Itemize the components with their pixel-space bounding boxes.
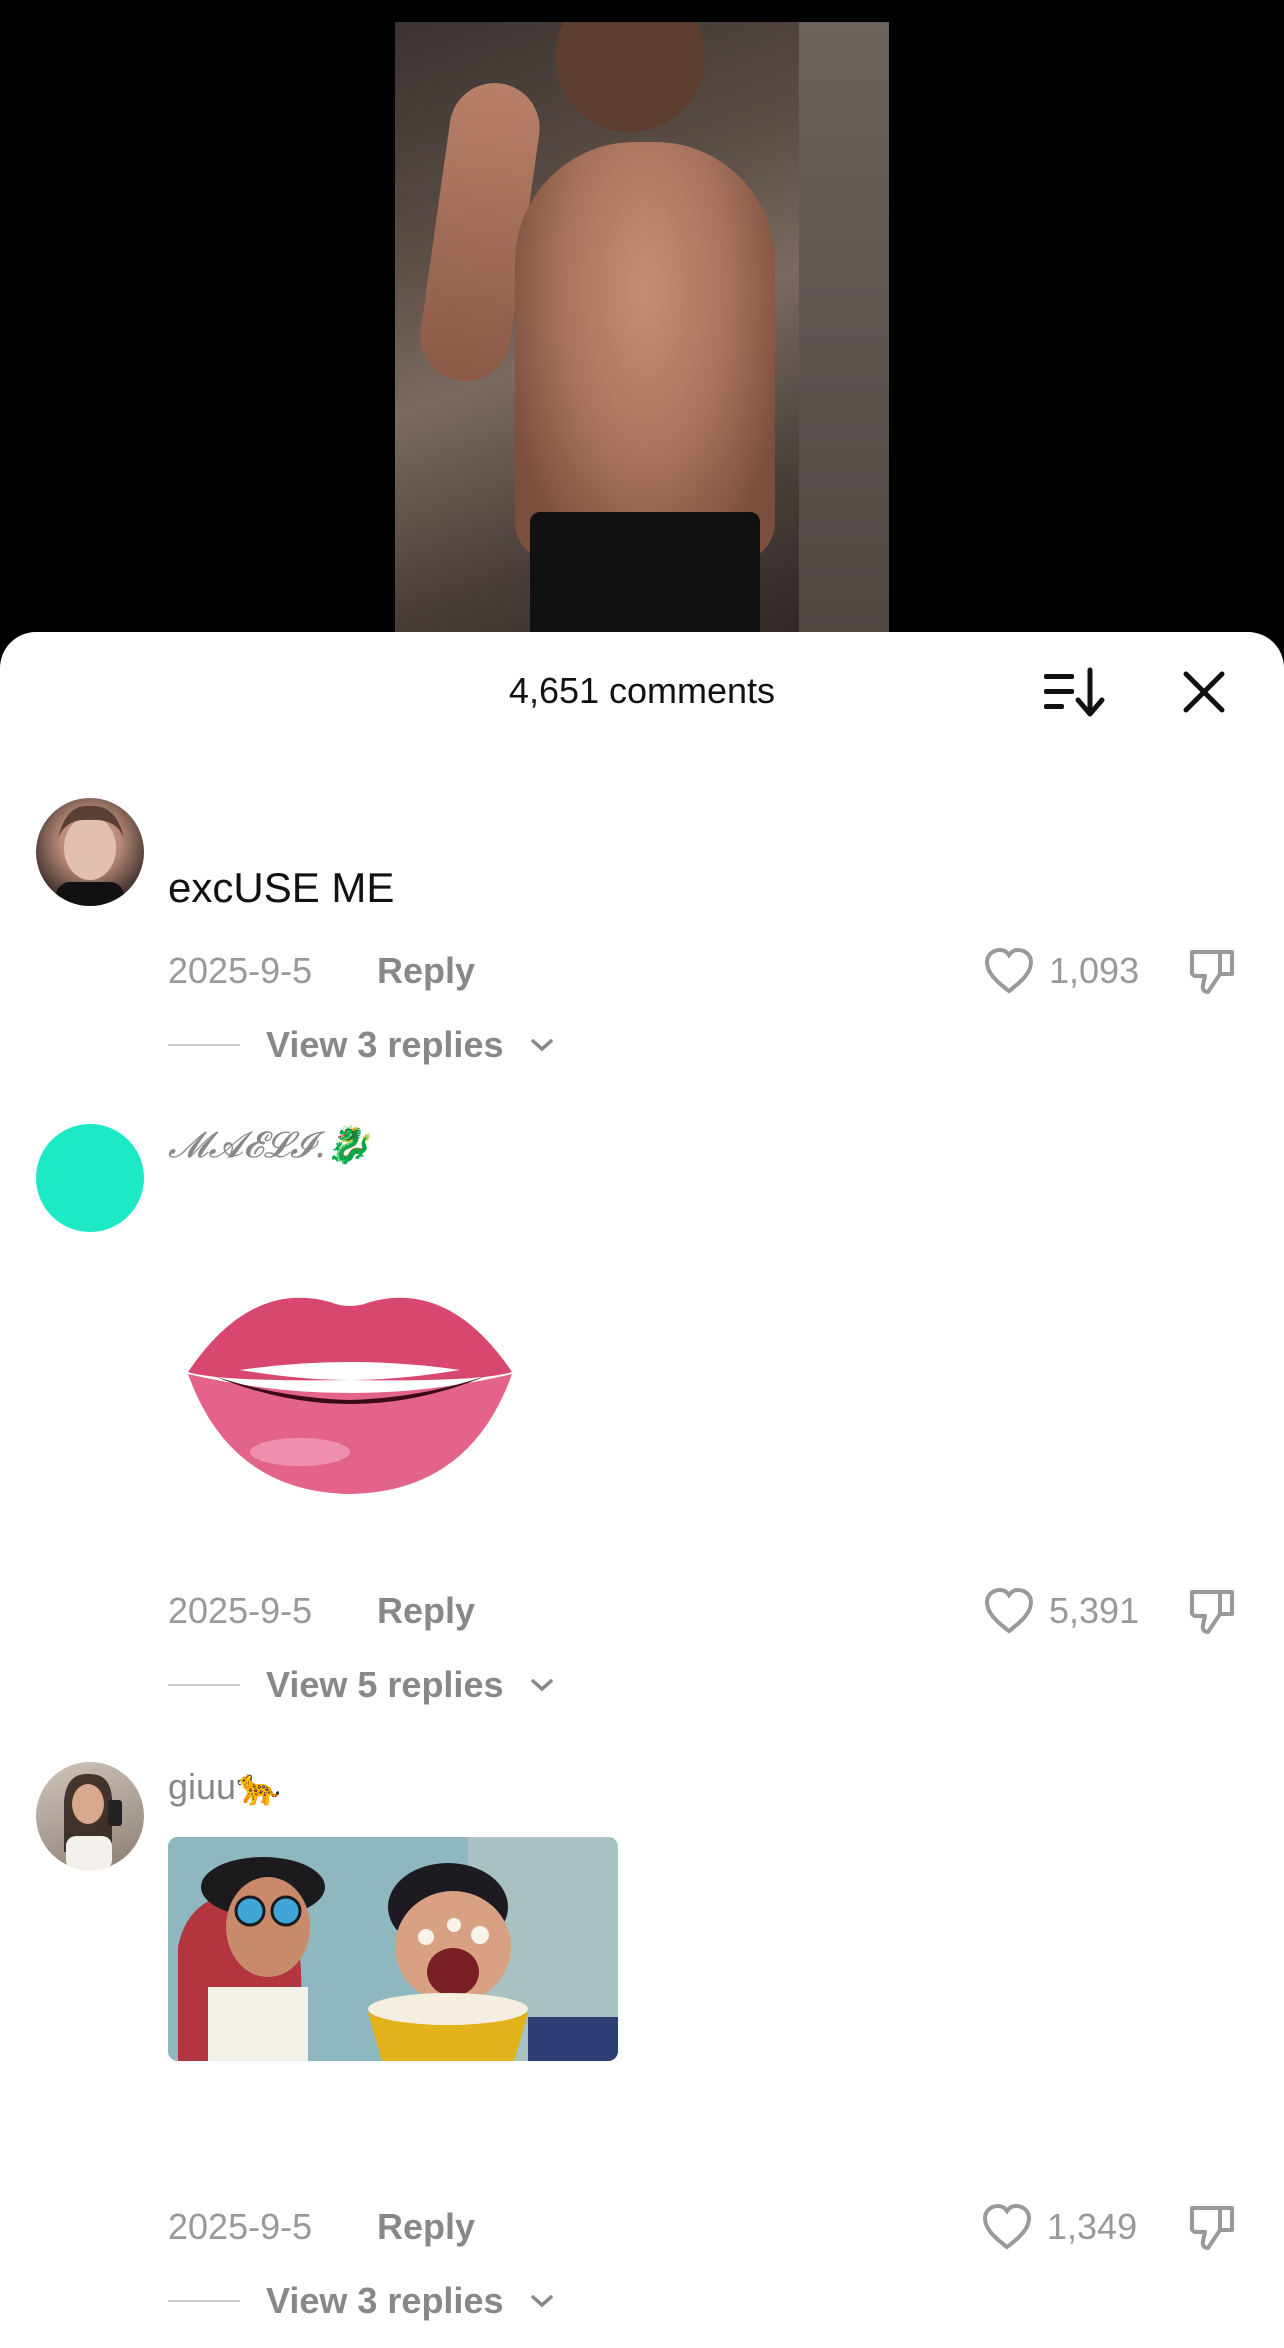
video-background-wall bbox=[799, 22, 889, 632]
lips-sticker[interactable] bbox=[180, 1262, 520, 1502]
replies-divider bbox=[168, 1684, 240, 1686]
close-icon[interactable] bbox=[1178, 666, 1230, 718]
heart-icon bbox=[984, 1587, 1034, 1634]
video-head bbox=[555, 22, 705, 132]
chevron-down-icon bbox=[531, 1039, 554, 1052]
heart-icon bbox=[984, 947, 1034, 994]
reply-button[interactable]: Reply bbox=[377, 1590, 475, 1632]
comment-text: excUSE ME bbox=[168, 864, 395, 911]
chevron-down-icon bbox=[531, 1679, 554, 1692]
chevron-down-icon bbox=[531, 2295, 554, 2308]
avatar[interactable] bbox=[36, 1124, 144, 1232]
thumbs-down-icon[interactable] bbox=[1186, 2200, 1238, 2252]
view-replies-label: View 5 replies bbox=[266, 1664, 504, 1705]
comment-date: 2025-9-5 bbox=[168, 2206, 313, 2247]
comment-username[interactable]: giuu🐆 bbox=[168, 1766, 281, 1808]
like-button[interactable]: 1,093 bbox=[983, 945, 1139, 997]
comment-date: 2025-9-5 bbox=[168, 950, 313, 991]
view-replies-button[interactable]: View 5 replies bbox=[168, 1664, 555, 1706]
like-count: 1,349 bbox=[1047, 2206, 1138, 2247]
video-player[interactable] bbox=[0, 0, 1284, 640]
like-count: 5,391 bbox=[1049, 1590, 1140, 1631]
comment-date: 2025-9-5 bbox=[168, 1590, 313, 1631]
heart-icon bbox=[982, 2203, 1032, 2250]
thumbs-down-icon[interactable] bbox=[1186, 944, 1238, 996]
view-replies-label: View 3 replies bbox=[266, 1024, 504, 1065]
like-count: 1,093 bbox=[1049, 950, 1140, 991]
like-button[interactable]: 5,391 bbox=[983, 1585, 1139, 1637]
thumbs-down-icon[interactable] bbox=[1186, 1584, 1238, 1636]
reply-button[interactable]: Reply bbox=[377, 2206, 475, 2248]
video-shorts bbox=[530, 512, 760, 632]
video-torso bbox=[515, 142, 775, 562]
comment-username[interactable]: 𝓜𝓐𝓔𝓛𝓘.🐉 bbox=[168, 1124, 371, 1167]
video-frame[interactable] bbox=[395, 22, 889, 632]
like-button[interactable]: 1,349 bbox=[981, 2201, 1137, 2253]
avatar[interactable] bbox=[36, 798, 144, 906]
comments-sheet: 4,651 comments excUSE ME 2025-9-5 Reply bbox=[0, 632, 1284, 2348]
replies-divider bbox=[168, 1044, 240, 1046]
replies-divider bbox=[168, 2300, 240, 2302]
view-replies-button[interactable]: View 3 replies bbox=[168, 2280, 555, 2322]
view-replies-label: View 3 replies bbox=[266, 2280, 504, 2321]
view-replies-button[interactable]: View 3 replies bbox=[168, 1024, 555, 1066]
reply-button[interactable]: Reply bbox=[377, 950, 475, 992]
sort-icon[interactable] bbox=[1040, 662, 1106, 722]
popcorn-gif-image[interactable] bbox=[168, 1837, 618, 2061]
avatar[interactable] bbox=[36, 1762, 144, 1870]
